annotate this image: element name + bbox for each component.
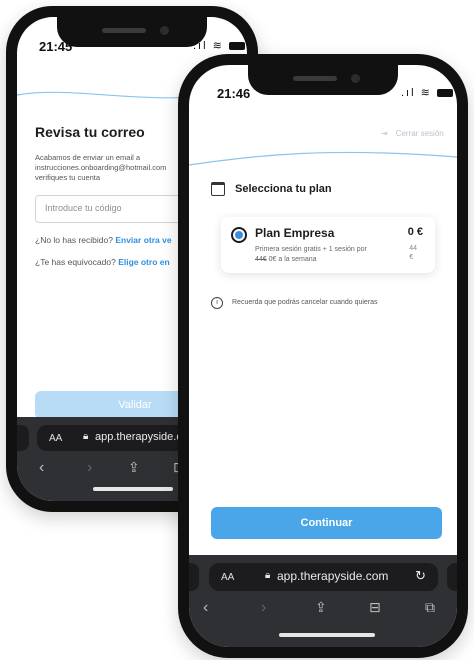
resend-text: ¿No lo has recibido? <box>35 235 113 245</box>
logout-label: Cerrar sesión <box>395 129 444 138</box>
notch <box>248 65 398 95</box>
section-title: Selecciona tu plan <box>235 183 332 195</box>
forward-icon[interactable]: › <box>261 599 266 617</box>
front-phone: 21:46 .ıl ≋ ⇥ Cerrar sesión Selecciona tu… <box>178 54 468 658</box>
code-input-placeholder: Introduce tu código <box>45 203 122 213</box>
tab-edge <box>189 563 199 591</box>
page-title: Revisa tu correo <box>35 124 145 140</box>
address-bar[interactable]: AA 🔒︎ app.therapyside.com ↻ <box>209 563 438 591</box>
plan-desc-line: Primera sesión gratis + 1 sesión por <box>255 246 367 253</box>
status-time: 21:45 <box>39 39 73 54</box>
reader-button[interactable]: AA <box>49 433 62 444</box>
forward-icon[interactable]: › <box>87 459 92 477</box>
notch <box>57 17 207 47</box>
back-icon[interactable]: ‹ <box>203 599 208 617</box>
header-wave <box>189 151 457 166</box>
code-input[interactable]: Introduce tu código <box>35 195 187 223</box>
info-icon: i <box>211 297 223 309</box>
logout-icon: ⇥ <box>381 129 388 138</box>
tabs-icon[interactable]: ⧉ <box>425 599 435 616</box>
cancel-note: Recuerda que podrás cancelar cuando quie… <box>232 299 378 306</box>
mistake-row: ¿Te has equivocado? Elige otro en <box>35 257 170 267</box>
resend-row: ¿No lo has recibido? Enviar otra ve <box>35 235 172 245</box>
lock-icon: 🔒︎ <box>83 431 89 442</box>
status-icons: .ıl ≋ <box>193 39 245 52</box>
browser-toolbar: AA 🔒︎ app.therapyside.com ↻ ‹ › ⇪ ⊟ ⧉ <box>189 555 457 647</box>
status-time: 21:46 <box>217 86 251 101</box>
front-phone-screen: 21:46 .ıl ≋ ⇥ Cerrar sesión Selecciona tu… <box>189 65 457 647</box>
reload-icon[interactable]: ↻ <box>415 568 426 584</box>
plan-radio[interactable] <box>231 227 247 243</box>
plan-old-price-value: 44 <box>409 245 417 252</box>
plan-name: Plan Empresa <box>255 226 335 240</box>
url-text: app.therapyside.com <box>277 569 389 583</box>
plan-description: Primera sesión gratis + 1 sesión por 44€… <box>255 245 395 265</box>
tab-edge-right <box>447 563 457 591</box>
plan-old-price-currency: € <box>409 254 414 261</box>
back-icon[interactable]: ‹ <box>39 459 44 477</box>
tab-edge <box>17 425 29 451</box>
plan-price: 0 € <box>407 226 423 238</box>
plan-old-price: 44 € <box>409 244 417 262</box>
share-icon[interactable]: ⇪ <box>315 599 327 616</box>
home-indicator <box>279 633 375 637</box>
battery-icon <box>228 42 245 51</box>
plan-card[interactable]: Plan Empresa 0 € Primera sesión gratis +… <box>221 217 435 273</box>
plan-desc-rest: 0€ a la semana <box>268 256 317 263</box>
resend-link[interactable]: Enviar otra ve <box>115 235 171 245</box>
plan-desc-line: 44€ 0€ a la semana <box>255 255 395 265</box>
logout-button[interactable]: ⇥ Cerrar sesión <box>381 129 444 138</box>
continue-button[interactable]: Continuar <box>211 507 442 539</box>
lock-icon: 🔒︎ <box>265 570 271 581</box>
battery-icon <box>436 89 453 98</box>
bookmarks-icon[interactable]: ⊟ <box>369 599 381 616</box>
status-icons: .ıl ≋ <box>401 86 453 99</box>
share-icon[interactable]: ⇪ <box>128 459 140 476</box>
mistake-text: ¿Te has equivocado? <box>35 257 116 267</box>
calendar-icon <box>211 182 225 196</box>
change-email-link[interactable]: Elige otro en <box>118 257 169 267</box>
home-indicator <box>93 487 173 491</box>
plan-old-price-strike: 44€ <box>255 256 267 263</box>
reader-button[interactable]: AA <box>221 572 234 583</box>
